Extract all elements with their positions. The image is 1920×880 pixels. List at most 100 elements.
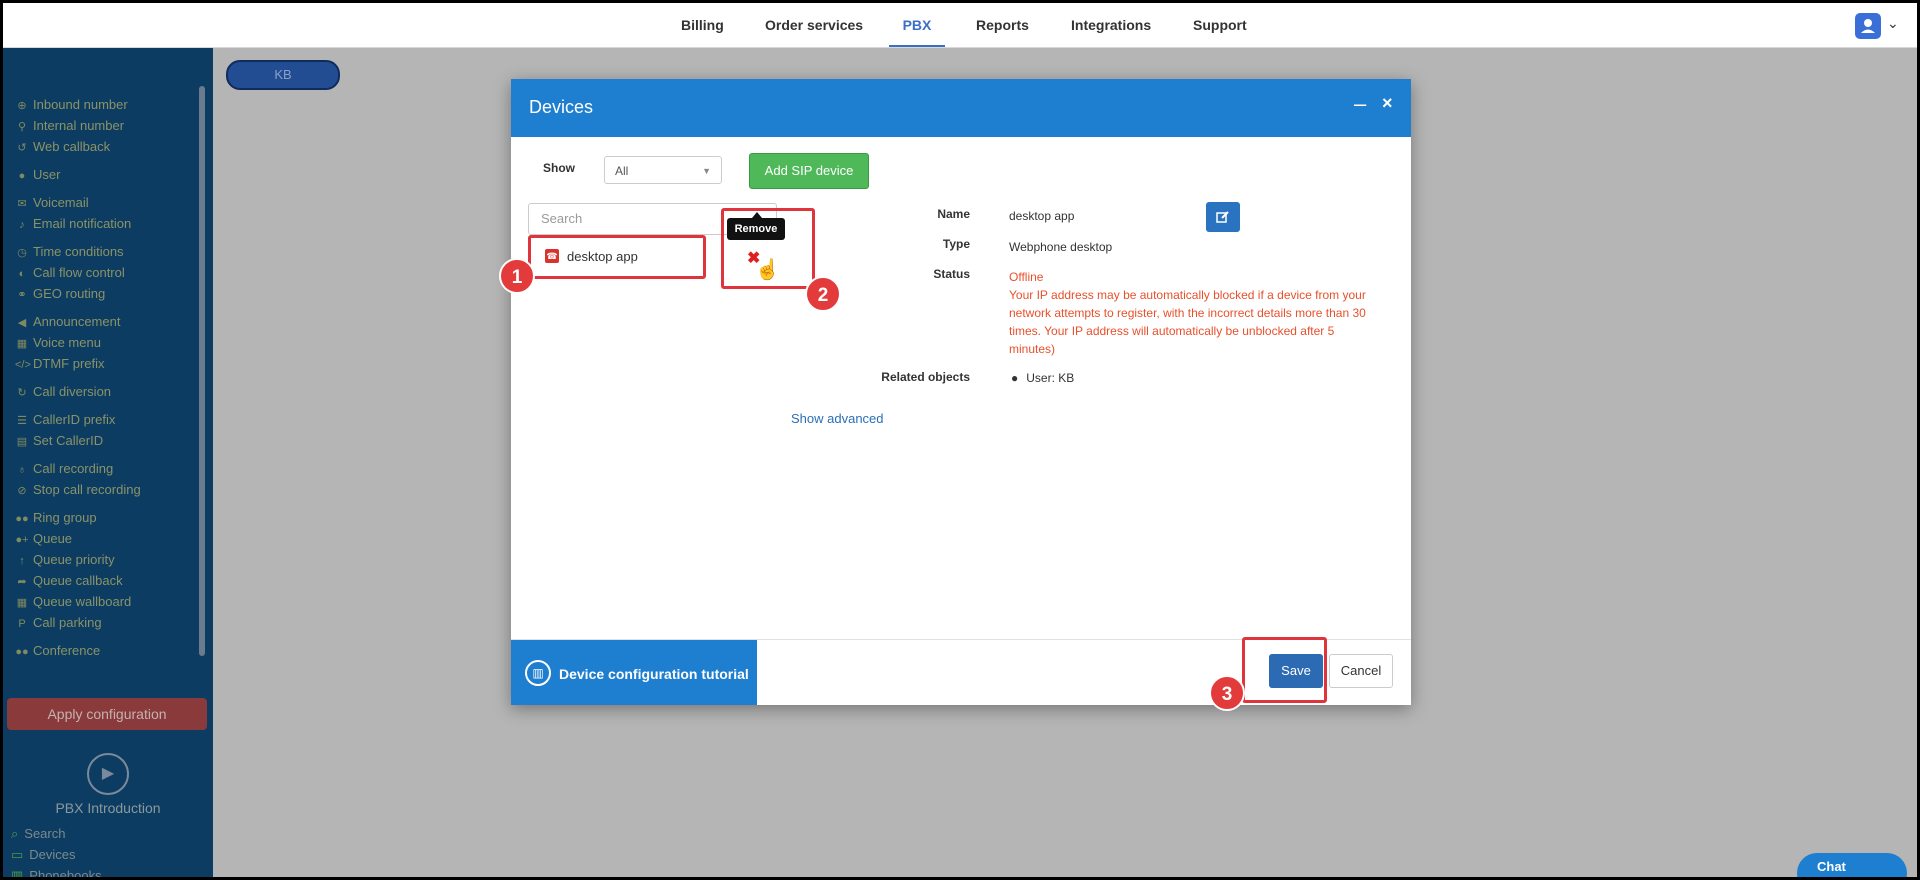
sidebar-item-web-callback[interactable]: ↺ Web callback <box>15 138 110 156</box>
nav-integrations[interactable]: Integrations <box>1071 3 1151 47</box>
device-tutorial-button[interactable]: ▥ Device configuration tutorial <box>511 640 757 705</box>
envelope-icon: ✉ <box>17 198 27 210</box>
minimize-icon[interactable]: – <box>1354 91 1366 117</box>
annotation-badge-1: 1 <box>499 258 535 294</box>
sidebar-item-label: Web callback <box>33 139 111 154</box>
undo-icon: ↺ <box>17 142 27 154</box>
name-label: Name <box>937 207 970 221</box>
apply-configuration-button[interactable]: Apply configuration <box>7 698 207 730</box>
sidebar-item-label: Time conditions <box>33 244 124 259</box>
sidebar-item-callerid-prefix[interactable]: ☰ CallerID prefix <box>15 411 115 429</box>
nav-reports[interactable]: Reports <box>976 3 1029 47</box>
sidebar-item-label: User <box>33 167 61 182</box>
list-icon: ☰ <box>17 415 27 427</box>
sidebar-item-call-parking[interactable]: P Call parking <box>15 614 102 632</box>
sidebar-item-queue-callback[interactable]: ➦ Queue callback <box>15 572 123 590</box>
parking-icon: P <box>18 618 26 630</box>
megaphone-icon: ◀ <box>17 317 27 329</box>
highlight-box-2 <box>721 208 815 289</box>
sidebar-item-stop-call-recording[interactable]: ⊘ Stop call recording <box>15 481 141 499</box>
sidebar-item-geo-routing[interactable]: ⚭ GEO routing <box>15 285 105 303</box>
modal-title: Devices <box>529 97 594 117</box>
nav-support[interactable]: Support <box>1193 3 1247 47</box>
sidebar-item-devices[interactable]: ▭ Devices <box>11 847 76 863</box>
play-icon[interactable]: ▶ <box>87 753 129 795</box>
modal-header: Devices – × <box>511 79 1411 137</box>
toggle-icon: ◐ <box>18 268 26 280</box>
book-icon: ▥ <box>525 660 551 686</box>
sidebar-item-conference[interactable]: ●● Conference <box>15 642 100 660</box>
sidebar-item-call-recording[interactable]: ♁ Call recording <box>15 460 113 478</box>
sidebar-item-ring-group[interactable]: ●● Ring group <box>15 509 96 527</box>
highlight-box-1 <box>528 235 706 279</box>
map-pin-icon: ⚲ <box>17 121 27 133</box>
sidebar-item-announcement[interactable]: ◀ Announcement <box>15 313 121 331</box>
sidebar-item-label: Queue callback <box>33 573 123 588</box>
chevron-down-icon[interactable]: ⌄ <box>1887 15 1899 32</box>
sidebar-item-label: Queue priority <box>33 552 115 567</box>
annotation-badge-2: 2 <box>805 276 841 312</box>
pbx-introduction-label[interactable]: PBX Introduction <box>3 800 213 816</box>
nav-order-services[interactable]: Order services <box>765 3 863 47</box>
sidebar-item-call-flow-control[interactable]: ◐ Call flow control <box>15 264 125 282</box>
sidebar-item-set-callerid[interactable]: ▤ Set CallerID <box>15 432 103 450</box>
app-frame: Billing Order services PBX Reports Integ… <box>0 0 1920 880</box>
grid-icon: ▦ <box>16 597 28 609</box>
sidebar-item-label: Call recording <box>33 461 114 476</box>
sidebar-item-label: Voice menu <box>33 335 101 350</box>
sidebar-item-queue[interactable]: ●+ Queue <box>15 530 72 548</box>
status-label: Status <box>933 267 970 281</box>
sidebar-item-call-diversion[interactable]: ↻ Call diversion <box>15 383 111 401</box>
sidebar-item-time-conditions[interactable]: ◷ Time conditions <box>15 243 124 261</box>
user-menu-button[interactable] <box>1855 13 1881 39</box>
devices-modal: Devices – × Show All ▼ Add SIP device Se… <box>499 79 1411 711</box>
sidebar-item-queue-priority[interactable]: ↑ Queue priority <box>15 551 115 569</box>
sitemap-icon: ⚭ <box>17 289 27 301</box>
status-value: Offline <box>1009 270 1044 284</box>
sidebar-item-label: Call diversion <box>33 384 112 399</box>
show-filter-select[interactable]: All ▼ <box>604 156 722 184</box>
chat-button[interactable]: Chat <box>1797 853 1907 877</box>
nav-pbx[interactable]: PBX <box>889 3 945 47</box>
kb-user-node[interactable]: KB <box>226 60 340 90</box>
table-icon: ▦ <box>16 338 28 350</box>
sidebar-item-phonebooks[interactable]: ▥ Phonebooks <box>11 868 102 877</box>
nav-billing[interactable]: Billing <box>681 3 724 47</box>
sidebar-item-search[interactable]: ⌕ Search <box>11 826 65 842</box>
sidebar-item-internal-number[interactable]: ⚲ Internal number <box>15 117 124 135</box>
sidebar-item-label: Call parking <box>33 615 102 630</box>
related-object-label: User: KB <box>1026 371 1075 385</box>
related-object-user[interactable]: ● User: KB <box>1011 371 1074 385</box>
edit-button[interactable] <box>1206 202 1240 232</box>
sidebar-item-user[interactable]: ● User <box>15 166 61 184</box>
sidebar-item-label: Conference <box>33 643 101 658</box>
sidebar-item-label: Call flow control <box>33 265 125 280</box>
sidebar-item-label: Announcement <box>33 314 121 329</box>
sidebar: ⊕ Inbound number ⚲ Internal number ↺ Web call… <box>3 48 213 877</box>
sidebar-item-voicemail[interactable]: ✉ Voicemail <box>15 194 89 212</box>
monitor-icon: ▭ <box>11 847 24 862</box>
sidebar-item-label: Queue <box>33 531 73 546</box>
sidebar-item-label: Voicemail <box>33 195 89 210</box>
related-objects-label: Related objects <box>881 370 970 384</box>
sidebar-item-label: Stop call recording <box>33 482 141 497</box>
sidebar-item-inbound-number[interactable]: ⊕ Inbound number <box>15 96 127 114</box>
add-sip-device-button[interactable]: Add SIP device <box>749 153 869 189</box>
close-icon[interactable]: × <box>1382 93 1393 114</box>
type-value: Webphone desktop <box>1009 240 1113 254</box>
clock-icon: ◷ <box>17 247 27 259</box>
sidebar-item-email-notification[interactable]: ♪ Email notification <box>15 215 131 233</box>
sidebar-item-label: Set CallerID <box>33 433 104 448</box>
sidebar-item-voice-menu[interactable]: ▦ Voice menu <box>15 334 101 352</box>
sidebar-scrollbar[interactable] <box>199 86 205 656</box>
sidebar-item-dtmf-prefix[interactable]: </> DTMF prefix <box>15 355 105 373</box>
user-icon: ● <box>1011 371 1019 385</box>
sidebar-item-label: Email notification <box>33 216 132 231</box>
tutorial-label: Device configuration tutorial <box>559 666 749 682</box>
type-label: Type <box>942 237 970 251</box>
user-icon: ● <box>18 170 26 182</box>
sidebar-item-label: Internal number <box>33 118 125 133</box>
cancel-button[interactable]: Cancel <box>1329 654 1393 688</box>
show-advanced-link[interactable]: Show advanced <box>791 411 884 426</box>
sidebar-item-queue-wallboard[interactable]: ▦ Queue wallboard <box>15 593 132 611</box>
